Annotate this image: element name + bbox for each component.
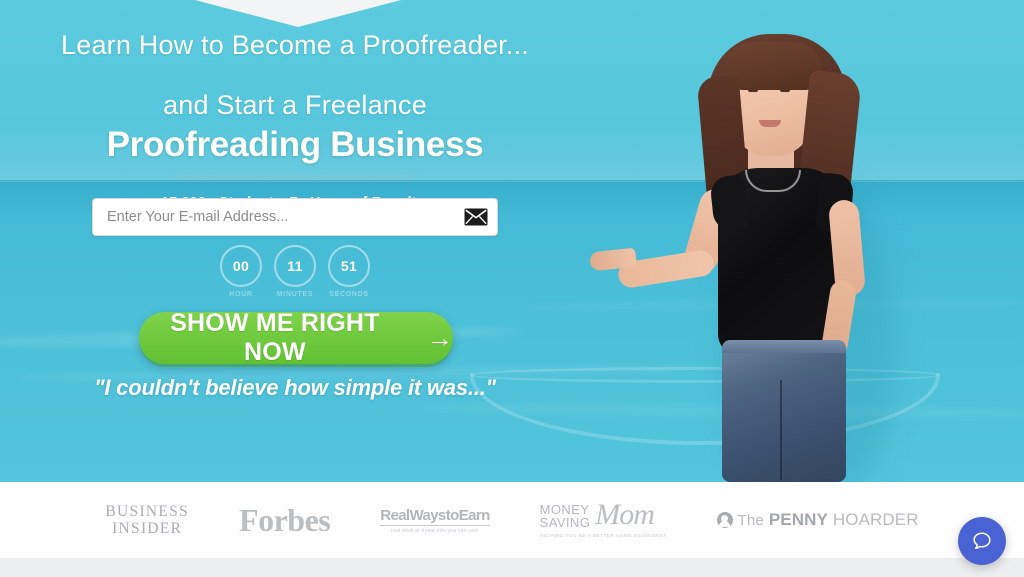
logo-real-ways-to-earn: RealWaystoEarn real work at home info yo… <box>380 506 490 534</box>
logo-the-penny-hoarder: The PENNY HOARDER <box>716 510 919 530</box>
logo-msm-line2: SAVING <box>539 514 591 530</box>
show-me-right-now-button[interactable]: SHOW ME RIGHT NOW → <box>139 309 453 366</box>
countdown-timer: 00 HOUR 11 MINUTES 51 SECONDS <box>92 245 498 298</box>
countdown-minutes-label: MINUTES <box>276 291 314 298</box>
logo-bi-line2: INSIDER <box>112 520 183 537</box>
obscured-subline: ........................................… <box>175 171 415 182</box>
logo-forbes: Forbes <box>239 501 331 538</box>
logo-rwte-tagline: real work at home info you can use! <box>391 527 479 534</box>
headline-emphasis: Proofreading Business <box>106 125 484 164</box>
envelope-icon[interactable] <box>464 208 488 226</box>
logo-bi-line1: BUSINESS <box>105 503 190 520</box>
logo-rwte-text: RealWaystoEarn <box>380 506 490 526</box>
landing-page: Learn How to Become a Proofreader... and… <box>0 0 1024 577</box>
logo-msm-script: Mom <box>595 497 655 531</box>
cta-label: SHOW ME RIGHT NOW <box>170 309 380 366</box>
model-waistband <box>722 340 846 353</box>
hero-section: Learn How to Become a Proofreader... and… <box>0 0 1024 482</box>
logo-msm-line1: MONEY <box>539 501 590 517</box>
logo-msm-tagline: HELPING YOU BE A BETTER HOME ECONOMIST <box>539 532 667 538</box>
countdown-unit-minutes: 11 MINUTES <box>274 245 316 298</box>
press-logo-bar: BUSINESS INSIDER Forbes RealWaystoEarn r… <box>0 482 1024 558</box>
headline-line-1: Learn How to Become a Proofreader... <box>61 30 529 60</box>
model-jeans <box>722 340 846 482</box>
hero-copy: Learn How to Become a Proofreader... and… <box>0 0 590 211</box>
email-input[interactable] <box>92 198 498 236</box>
testimonial-quote: "I couldn't believe how simple it was...… <box>94 375 496 400</box>
logo-tph-hoarder: HOARDER <box>832 510 919 529</box>
logo-business-insider: BUSINESS INSIDER <box>105 503 189 537</box>
logo-msm-stack: MONEY SAVING <box>540 503 591 529</box>
countdown-minutes-value: 11 <box>274 245 316 287</box>
logo-tph-the: The <box>737 511 764 529</box>
countdown-hour-value: 00 <box>220 245 262 287</box>
model-jeans-seam <box>780 380 782 480</box>
logo-money-saving-mom: MONEY SAVING Mom HELPING YOU BE A BETTER… <box>539 498 667 538</box>
countdown-seconds-label: SECONDS <box>329 291 369 298</box>
headline-line-2: and Start a Freelance <box>163 90 427 120</box>
arrow-right-icon: → <box>426 323 453 353</box>
countdown-hour-label: HOUR <box>229 291 253 298</box>
model-photo <box>540 28 960 482</box>
logo-msm-row: MONEY SAVING Mom <box>540 498 667 532</box>
countdown-unit-seconds: 51 SECONDS <box>328 245 370 298</box>
logo-tph-penny: PENNY <box>768 510 828 529</box>
email-capture-form <box>92 198 498 236</box>
chat-bubble-icon[interactable] <box>958 517 1006 565</box>
countdown-seconds-value: 51 <box>328 245 370 287</box>
bottom-strip <box>0 558 1024 577</box>
model-mouth <box>759 120 781 127</box>
countdown-unit-hour: 00 HOUR <box>220 245 262 298</box>
person-icon <box>716 512 733 528</box>
